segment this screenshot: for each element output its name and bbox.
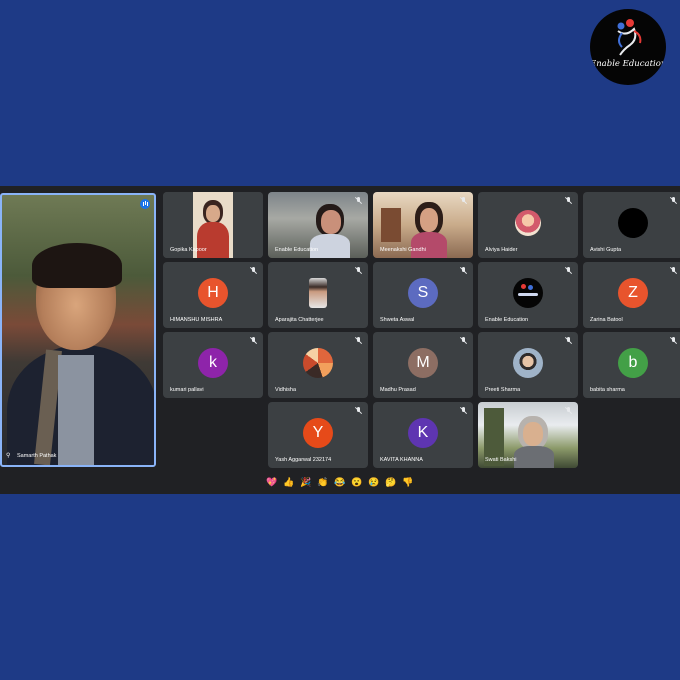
thumbs-up-reaction-icon[interactable]: 👍 [283, 476, 295, 488]
participant-tile[interactable]: K KAVITA KHANNA [373, 402, 473, 468]
active-speaker-tile[interactable]: ⚲ Samarth Pathak [0, 193, 156, 467]
speaker-hair [32, 243, 122, 288]
participant-name: Shweta Aswal [380, 317, 415, 323]
participant-tile[interactable]: Gopika Kapoor [163, 192, 263, 258]
mic-off-icon [460, 337, 466, 344]
mic-off-icon [250, 337, 256, 344]
participant-tile[interactable]: b babita sharma [583, 332, 680, 398]
participant-name: Alviya Haider [485, 247, 518, 253]
profile-picture [513, 278, 543, 308]
participant-name: Swati Bakshi [485, 457, 517, 463]
avatar: b [618, 348, 648, 378]
mic-off-icon [355, 337, 361, 344]
profile-picture [309, 278, 327, 308]
laugh-reaction-icon[interactable]: 😂 [334, 476, 346, 488]
participant-name: Aparajita Chatterjee [275, 317, 324, 323]
participant-tile[interactable]: H HIMANSHU MISHRA [163, 262, 263, 328]
participant-tile[interactable]: S Shweta Aswal [373, 262, 473, 328]
participant-tile[interactable]: Enable Education [478, 262, 578, 328]
speaking-indicator-icon [140, 199, 150, 209]
participant-tile[interactable]: Preeti Sharma [478, 332, 578, 398]
participant-tile[interactable]: k kumari pallavi [163, 332, 263, 398]
speaker-name: Samarth Pathak [17, 453, 57, 459]
mic-off-icon [565, 337, 571, 344]
participant-tile[interactable]: Vidhisha [268, 332, 368, 398]
participant-tile[interactable]: Y Yash Aggarwal 232174 [268, 402, 368, 468]
profile-picture [618, 208, 648, 238]
participant-name: Enable Education [275, 247, 319, 253]
participant-name: Madhu Prasad [380, 387, 416, 393]
participant-tile[interactable]: Enable Education [268, 192, 368, 258]
speaker-shirt [58, 355, 94, 465]
mic-off-icon [565, 197, 571, 204]
avatar: Z [618, 278, 648, 308]
avatar: k [198, 348, 228, 378]
mic-off-icon [355, 407, 361, 414]
participant-name: Zarina Batool [590, 317, 623, 323]
participant-tile[interactable]: M Madhu Prasad [373, 332, 473, 398]
thumbs-down-reaction-icon[interactable]: 👎 [402, 476, 414, 488]
participant-name: Avishi Gupta [590, 247, 622, 253]
participant-name: kumari pallavi [170, 387, 204, 393]
profile-picture [303, 348, 333, 378]
participant-name: Preeti Sharma [485, 387, 521, 393]
enable-education-logo: Enable Education [590, 9, 666, 85]
mic-off-icon [670, 267, 676, 274]
dancers-logo-icon [617, 19, 642, 56]
avatar: S [408, 278, 438, 308]
party-reaction-icon[interactable]: 🎉 [300, 476, 312, 488]
mic-off-icon [460, 267, 466, 274]
participant-tile[interactable]: Z Zarina Batool [583, 262, 680, 328]
heart-reaction-icon[interactable]: 💖 [266, 476, 278, 488]
mic-off-icon [460, 407, 466, 414]
participant-tile[interactable]: Meenakshi Gandhi [373, 192, 473, 258]
mic-off-icon [565, 267, 571, 274]
participant-name: KAVITA KHANNA [380, 457, 423, 463]
participant-tile[interactable]: Alviya Haider [478, 192, 578, 258]
pin-icon[interactable]: ⚲ [6, 453, 12, 459]
logo-text: Enable Education [590, 59, 666, 69]
meeting-window: ⚲ Samarth Pathak Gopika Kapoor Enable Ed… [0, 186, 680, 494]
mic-off-icon [355, 267, 361, 274]
avatar: K [408, 418, 438, 448]
participant-name: Enable Education [485, 317, 529, 323]
avatar: H [198, 278, 228, 308]
mic-off-icon [670, 337, 676, 344]
reaction-bar: 💖 👍 🎉 👏 😂 😮 😢 🤔 👎 [266, 476, 414, 488]
mic-off-icon [250, 267, 256, 274]
mic-off-icon [565, 407, 571, 414]
participant-tile[interactable]: Aparajita Chatterjee [268, 262, 368, 328]
mic-off-icon [670, 197, 676, 204]
avatar: Y [303, 418, 333, 448]
thinking-reaction-icon[interactable]: 🤔 [385, 476, 397, 488]
participant-tile[interactable]: Avishi Gupta [583, 192, 680, 258]
profile-picture [515, 210, 541, 236]
participant-name: Yash Aggarwal 232174 [275, 457, 332, 463]
participant-name: Vidhisha [275, 387, 296, 393]
clap-reaction-icon[interactable]: 👏 [317, 476, 329, 488]
profile-picture [513, 348, 543, 378]
surprised-reaction-icon[interactable]: 😮 [351, 476, 363, 488]
participant-name: Gopika Kapoor [170, 247, 207, 253]
mic-off-icon [460, 197, 466, 204]
avatar: M [408, 348, 438, 378]
participant-name: Meenakshi Gandhi [380, 247, 426, 253]
sad-reaction-icon[interactable]: 😢 [368, 476, 380, 488]
participant-name: HIMANSHU MISHRA [170, 317, 223, 323]
mic-off-icon [355, 197, 361, 204]
participant-name: babita sharma [590, 387, 625, 393]
participant-tile[interactable]: Swati Bakshi [478, 402, 578, 468]
